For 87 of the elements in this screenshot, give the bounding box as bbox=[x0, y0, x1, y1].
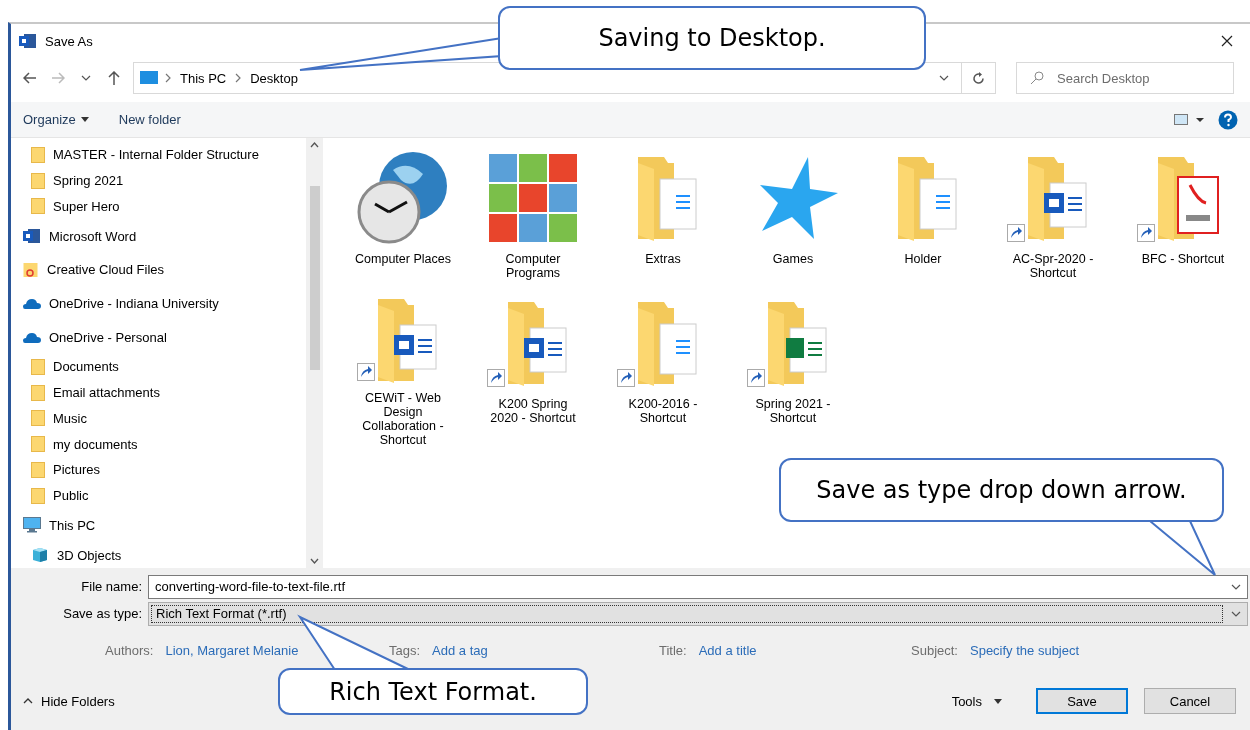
metadata-link[interactable]: Add a title bbox=[698, 642, 757, 658]
arrow-right-icon bbox=[51, 72, 65, 84]
breadcrumb[interactable]: Desktop bbox=[248, 70, 300, 86]
close-icon bbox=[1221, 35, 1233, 47]
sidebar-item[interactable]: Pictures bbox=[11, 457, 306, 483]
file-item[interactable]: K200-2016 - Shortcut bbox=[598, 295, 728, 440]
sidebar-item[interactable]: OneDrive - Personal bbox=[11, 320, 306, 355]
cloud-icon bbox=[23, 298, 41, 309]
sidebar-item[interactable]: Music bbox=[11, 405, 306, 432]
folder-icon bbox=[31, 358, 45, 375]
scrollbar[interactable] bbox=[306, 138, 323, 568]
cloud-folder-icon bbox=[23, 261, 39, 278]
metadata-link[interactable]: Lion, Margaret Melanie bbox=[165, 642, 299, 658]
folder-icon bbox=[31, 436, 45, 453]
file-item[interactable]: Spring 2021 - Shortcut bbox=[728, 295, 858, 440]
metadata-label: Authors: bbox=[105, 642, 154, 658]
chevron-down-icon bbox=[1231, 610, 1241, 617]
metadata-link[interactable]: Add a tag bbox=[432, 642, 488, 658]
chevron-right-icon bbox=[164, 73, 172, 83]
word-icon bbox=[19, 33, 37, 49]
folder-icon bbox=[31, 462, 45, 478]
sidebar-item[interactable]: Creative Cloud Files bbox=[11, 253, 306, 287]
refresh-icon bbox=[972, 71, 985, 85]
search-field[interactable]: Search Desktop bbox=[1016, 62, 1234, 94]
folder-icon bbox=[31, 172, 45, 189]
tools-menu[interactable]: Tools bbox=[951, 693, 1002, 709]
file-item[interactable]: Computer Programs bbox=[468, 150, 598, 295]
caret-icon bbox=[80, 117, 89, 122]
view-options-button[interactable] bbox=[1174, 113, 1204, 126]
file-item[interactable]: BFC - Shortcut bbox=[1118, 150, 1248, 295]
monitor-icon bbox=[23, 517, 41, 534]
folder-icon bbox=[31, 487, 45, 504]
save-button[interactable]: Save bbox=[1036, 688, 1128, 714]
folder-icon bbox=[31, 410, 45, 427]
file-item[interactable]: Computer Places bbox=[338, 150, 468, 295]
file-item[interactable]: Extras bbox=[598, 150, 728, 295]
file-item[interactable]: Games bbox=[728, 150, 858, 295]
arrow-up-icon bbox=[108, 71, 120, 85]
chevron-down-icon[interactable] bbox=[310, 558, 319, 564]
sidebar-item[interactable]: This PC bbox=[11, 508, 306, 543]
cloud-icon bbox=[23, 331, 41, 343]
hide-folders-button[interactable]: Hide Folders bbox=[23, 693, 115, 709]
sidebar-item[interactable]: MASTER - Internal Folder Structure bbox=[11, 142, 306, 168]
sidebar-item[interactable]: Email attachments bbox=[11, 379, 306, 406]
sidebar-item[interactable]: Public bbox=[11, 482, 306, 509]
chevron-up-icon bbox=[23, 698, 33, 704]
sidebar-item[interactable]: my documents bbox=[11, 431, 306, 458]
folder-icon bbox=[31, 146, 45, 163]
sidebar-item[interactable]: Spring 2021 bbox=[11, 167, 306, 194]
chevron-up-icon[interactable] bbox=[310, 142, 319, 148]
save-as-type-dropdown[interactable]: Rich Text Format (*.rtf) bbox=[148, 601, 1248, 626]
chevron-down-icon bbox=[81, 75, 91, 81]
breadcrumb[interactable]: This PC bbox=[178, 70, 229, 86]
file-item[interactable]: Holder bbox=[858, 150, 988, 295]
word-icon bbox=[23, 228, 41, 245]
file-item[interactable]: K200 Spring 2020 - Shortcut bbox=[468, 295, 598, 440]
picture-grid-icon bbox=[487, 152, 579, 244]
metadata-label: Subject: bbox=[911, 642, 958, 658]
folder-icon bbox=[31, 198, 45, 215]
sidebar-item[interactable]: Super Hero bbox=[11, 193, 306, 220]
callout-pointer bbox=[1147, 520, 1216, 576]
organize-menu[interactable]: Organize bbox=[23, 112, 89, 127]
chevron-down-icon bbox=[1231, 583, 1241, 590]
folder-icon bbox=[31, 384, 45, 401]
sidebar-item[interactable]: Documents bbox=[11, 354, 306, 380]
chevron-right-icon bbox=[234, 73, 243, 83]
arrow-left-icon bbox=[23, 72, 37, 84]
metadata-link[interactable]: Specify the subject bbox=[970, 642, 1080, 658]
field-label: Save as type: bbox=[62, 606, 143, 621]
cube-icon bbox=[31, 547, 49, 564]
caret-icon bbox=[994, 698, 1002, 704]
sidebar-item[interactable]: OneDrive - Indiana University bbox=[11, 286, 306, 321]
metadata-label: Tags: bbox=[389, 642, 421, 658]
chevron-down-icon bbox=[939, 75, 949, 81]
sidebar-item[interactable]: 3D Objects bbox=[11, 542, 306, 569]
window-title: Save As bbox=[45, 33, 93, 49]
help-icon bbox=[1218, 109, 1238, 130]
sidebar-item[interactable]: Microsoft Word bbox=[11, 219, 306, 253]
cancel-button[interactable]: Cancel bbox=[1144, 688, 1236, 714]
metadata-label: Title: bbox=[659, 642, 687, 658]
monitor-icon bbox=[140, 71, 158, 85]
view-icon bbox=[1174, 113, 1204, 126]
help-button[interactable] bbox=[1218, 109, 1238, 130]
field-label: File name: bbox=[80, 579, 143, 594]
toolbar-button[interactable]: New folder bbox=[118, 112, 181, 127]
file-item[interactable]: AC-Spr-2020 - Shortcut bbox=[988, 150, 1118, 295]
search-icon bbox=[1030, 71, 1044, 85]
